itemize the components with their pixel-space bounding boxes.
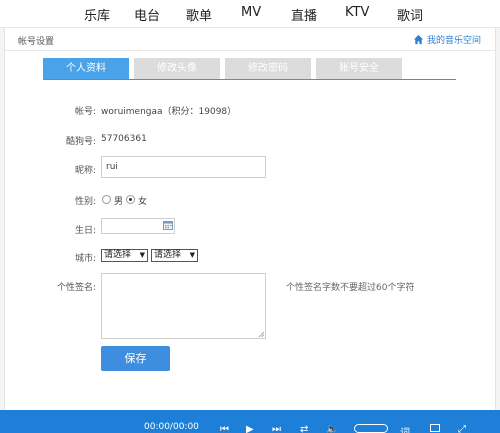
nickname-input[interactable]: rui (101, 156, 266, 178)
mini-mode-icon[interactable]: ⤢ (458, 424, 466, 433)
settings-tabs: 个人资料 修改头像 修改密码 账号安全 (43, 58, 456, 80)
playback-time: 00:00/00:00 (144, 422, 199, 432)
province-select-value: 请选择 (104, 250, 132, 260)
gender-female-radio[interactable] (126, 195, 135, 204)
nav-item-library[interactable]: 乐库 (84, 5, 110, 24)
gender-female-label: 女 (138, 197, 148, 207)
tab-profile[interactable]: 个人资料 (43, 58, 129, 79)
nav-item-playlist[interactable]: 歌单 (186, 5, 212, 24)
signature-textarea[interactable] (101, 273, 266, 339)
nickname-label: 昵称: (74, 166, 96, 176)
account-settings-panel: 帐号设置 我的音乐空间 个人资料 修改头像 修改密码 账号安全 帐号: woru… (4, 28, 497, 410)
tab-account-security[interactable]: 账号安全 (316, 58, 402, 79)
volume-icon[interactable]: 🔈 (326, 424, 338, 433)
kugou-id-label: 酷狗号: (65, 137, 96, 147)
city-select-value: 请选择 (154, 250, 182, 260)
lyrics-icon[interactable]: 词 (400, 424, 410, 433)
resize-grip-icon[interactable] (258, 331, 264, 337)
account-value: woruimengaa（积分：19098） (101, 107, 237, 117)
previous-icon[interactable]: ⏮ (220, 424, 229, 433)
my-music-space-label: 我的音乐空间 (426, 36, 481, 46)
nav-item-mv[interactable]: MV (241, 5, 261, 20)
panel-header: 帐号设置 我的音乐空间 (5, 28, 497, 51)
sound-effect-icon[interactable] (354, 424, 388, 433)
save-button[interactable]: 保存 (101, 346, 170, 371)
tab-change-avatar[interactable]: 修改头像 (134, 58, 220, 79)
playlist-icon[interactable] (430, 424, 440, 432)
signature-hint: 个性签名字数不要超过60个字符 (286, 283, 415, 293)
kugou-id-value: 57706361 (101, 134, 147, 144)
province-select[interactable]: 请选择 ▼ (101, 249, 148, 262)
calendar-icon[interactable] (163, 221, 173, 230)
gender-label: 性别: (74, 197, 96, 207)
gender-male-label: 男 (114, 197, 124, 207)
chevron-down-icon: ▼ (189, 251, 195, 259)
tab-change-password[interactable]: 修改密码 (225, 58, 311, 79)
player-bar: 00:00/00:00 ⏮ ▶ ⏭ ⇄ 🔈 词 ⤢ (0, 410, 500, 433)
nav-item-ktv[interactable]: KTV (345, 5, 369, 20)
city-label: 城市: (74, 254, 96, 264)
birthday-label: 生日: (74, 226, 96, 236)
repeat-icon[interactable]: ⇄ (300, 424, 308, 433)
play-icon[interactable]: ▶ (246, 424, 254, 433)
city-select[interactable]: 请选择 ▼ (151, 249, 198, 262)
account-label: 帐号: (74, 107, 96, 117)
next-icon[interactable]: ⏭ (272, 424, 281, 433)
page-title: 帐号设置 (18, 37, 55, 47)
home-icon (413, 34, 424, 45)
nav-item-lyrics[interactable]: 歌词 (397, 5, 423, 24)
nav-item-live[interactable]: 直播 (291, 5, 317, 24)
gender-male-radio[interactable] (102, 195, 111, 204)
signature-label: 个性签名: (56, 283, 96, 293)
top-navigation: 乐库 电台 歌单 MV 直播 KTV 歌词 (0, 0, 500, 28)
chevron-down-icon: ▼ (139, 251, 145, 259)
nav-item-radio[interactable]: 电台 (134, 5, 160, 24)
my-music-space-link[interactable]: 我的音乐空间 (413, 33, 481, 46)
